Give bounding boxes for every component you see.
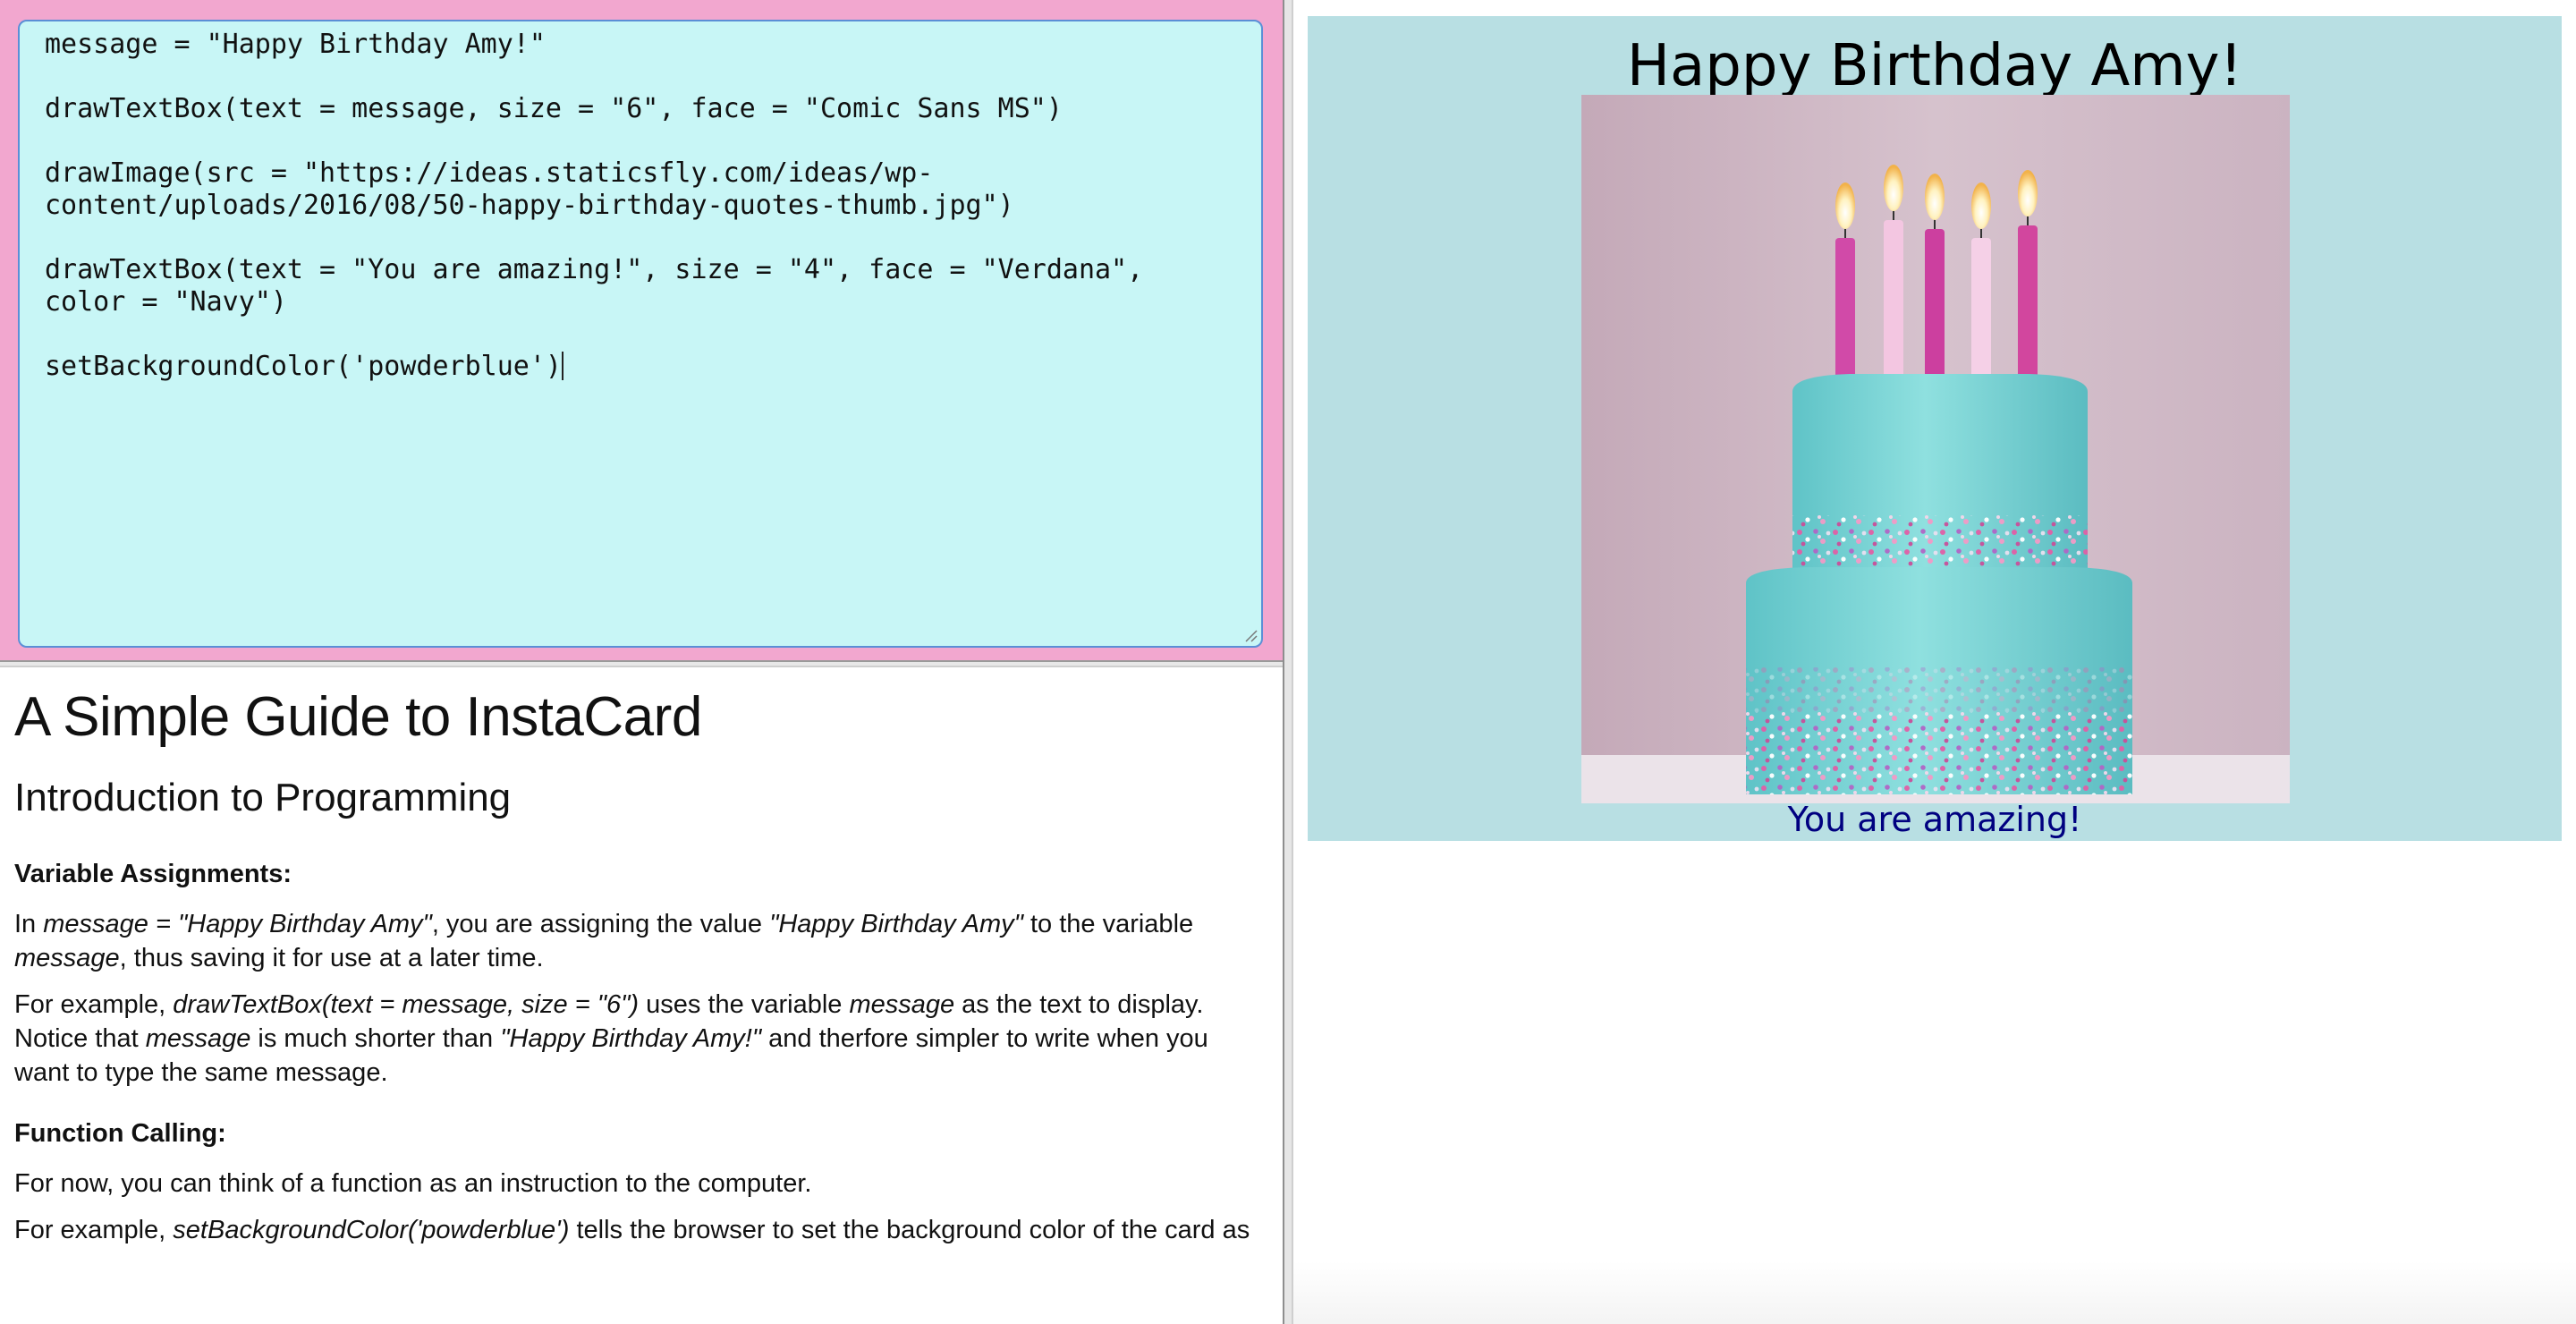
code-line: drawImage(src = "https://ideas.staticsfl…	[45, 157, 1014, 221]
paragraph-variables: In message = "Happy Birthday Amy", you a…	[14, 907, 1267, 975]
paragraph-functions: For now, you can think of a function as …	[14, 1169, 812, 1198]
code-line: drawTextBox(text = "You are amazing!", s…	[45, 254, 1160, 318]
code-line: setBackgroundColor('powderblue')	[45, 351, 562, 382]
paragraph-function-example: For example, setBackgroundColor('powderb…	[14, 1213, 1267, 1247]
text-run: In	[14, 910, 44, 938]
code-line: message = "Happy Birthday Amy!"	[45, 29, 546, 60]
text-run: , thus saving it for use at a later time…	[119, 944, 544, 972]
text-run: uses the variable	[639, 990, 850, 1019]
code-italic: message	[14, 944, 120, 972]
guide-subtitle: Introduction to Programming	[14, 776, 512, 819]
text-run: For example,	[14, 1216, 174, 1244]
text-run: tells the browser to set the background …	[569, 1216, 1250, 1244]
guide-title: A Simple Guide to InstaCard	[14, 686, 702, 748]
paragraph-example: For example, drawTextBox(text = message,…	[14, 988, 1267, 1090]
code-editor[interactable]: message = "Happy Birthday Amy!" drawText…	[18, 20, 1263, 648]
bottom-shadow	[1293, 1261, 2576, 1324]
code-italic: message = "Happy Birthday Amy"	[43, 910, 432, 938]
code-italic: message	[849, 990, 955, 1019]
text-run: , you are assigning the value	[431, 910, 770, 938]
code-italic: drawTextBox(text = message, size = "6")	[173, 990, 640, 1019]
birthday-cake-image	[1581, 95, 2290, 803]
horizontal-splitter[interactable]	[0, 660, 1283, 667]
text-run: to the variable	[1022, 910, 1194, 938]
section-heading-variables: Variable Assignments:	[14, 860, 292, 888]
code-italic: "Happy Birthday Amy"	[769, 910, 1023, 938]
vertical-splitter[interactable]	[1283, 0, 1293, 1324]
section-heading-functions: Function Calling:	[14, 1119, 226, 1148]
text-run: For example,	[14, 990, 174, 1019]
code-line: drawTextBox(text = message, size = "6", …	[45, 93, 1063, 124]
guide-panel: A Simple Guide to InstaCard Introduction…	[14, 676, 1267, 1260]
preview-panel: Happy Birthday Amy! You are amazing!	[1293, 0, 2576, 1324]
resize-handle-icon[interactable]	[1243, 628, 1258, 642]
code-italic: setBackgroundColor('powderblue')	[173, 1216, 570, 1244]
text-caret	[561, 352, 564, 380]
left-panel: message = "Happy Birthday Amy!" drawText…	[0, 0, 1283, 1324]
code-italic: message	[145, 1024, 251, 1053]
code-italic: "Happy Birthday Amy!"	[500, 1024, 762, 1053]
text-run: is much shorter than	[250, 1024, 501, 1053]
card-subtitle: You are amazing!	[1787, 800, 2082, 839]
editor-frame: message = "Happy Birthday Amy!" drawText…	[0, 0, 1283, 660]
birthday-card: Happy Birthday Amy! You are amazing!	[1308, 16, 2562, 841]
